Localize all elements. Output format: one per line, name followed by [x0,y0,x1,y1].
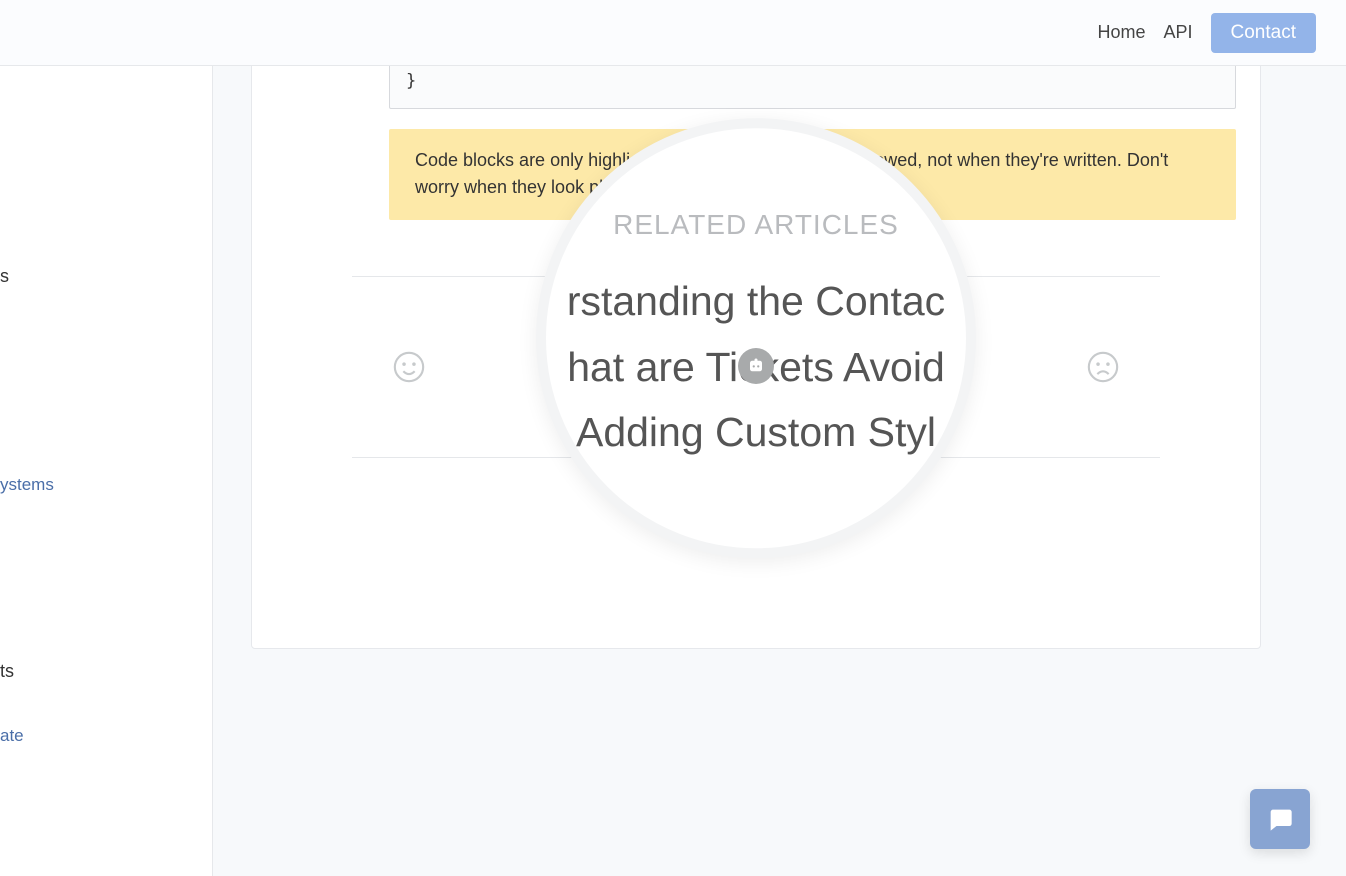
sidebar-item[interactable]: ate [0,720,212,752]
nav-api[interactable]: API [1164,22,1193,43]
chat-widget-button[interactable] [1250,789,1310,849]
robot-icon [738,348,774,384]
sidebar-item[interactable]: ystems [0,469,212,501]
article-card: for (var i = length; i > 0; --i) result … [251,0,1261,649]
main-content: for (var i = length; i > 0; --i) result … [213,66,1346,876]
sidebar-heading: ts [0,651,212,692]
magnifier-overlay: RELATED ARTICLES rstanding the Contac ha… [536,118,976,558]
frown-icon[interactable] [1086,350,1120,384]
sidebar-heading: s [0,256,212,297]
related-article[interactable]: rstanding the Contac [567,269,945,335]
contact-button[interactable]: Contact [1211,13,1316,53]
sidebar-item[interactable] [0,457,212,469]
smile-icon[interactable] [392,350,426,384]
code-line: } [406,71,416,91]
sidebar: s ystems ts ate [0,66,213,876]
related-article[interactable]: Adding Custom Styl [576,401,936,467]
top-nav: Home API Contact [0,0,1346,66]
chat-icon [1266,805,1294,833]
nav-home[interactable]: Home [1097,22,1145,43]
related-heading: RELATED ARTICLES [613,209,899,241]
